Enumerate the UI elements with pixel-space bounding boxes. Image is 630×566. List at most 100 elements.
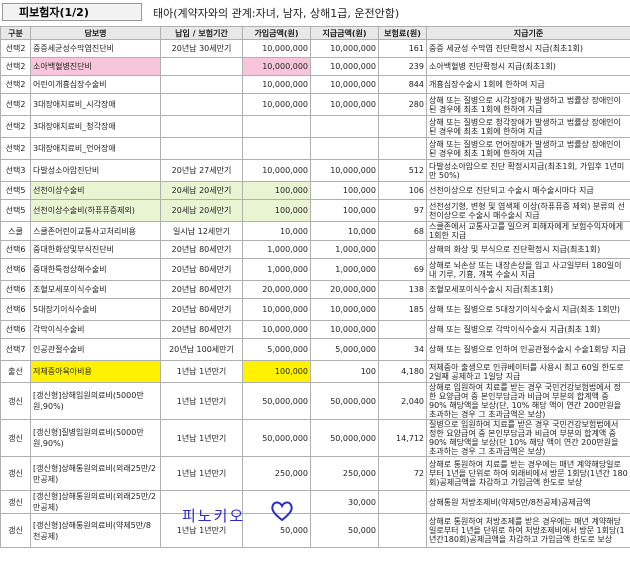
row-pay: 10,000,000 bbox=[310, 298, 379, 321]
heart-icon bbox=[271, 501, 293, 522]
row-premium: 2,040 bbox=[378, 382, 427, 420]
title-bar: 피보험자(1/2) 태아(계약자와의 관계:자녀, 남자, 상해1급, 운전안함… bbox=[0, 0, 630, 24]
row-name: 3대장애치료비_청각장애 bbox=[30, 115, 161, 138]
header-type: 구분 bbox=[0, 26, 31, 40]
row-amount: 100,000 bbox=[242, 199, 311, 222]
row-name: 저체중아육아비용 bbox=[30, 360, 161, 383]
row-premium: 512 bbox=[378, 159, 427, 182]
row-amount bbox=[242, 115, 311, 138]
row-type: 스쿨 bbox=[0, 221, 31, 241]
header-pay: 지급금액(원) bbox=[310, 26, 379, 40]
row-standard: 상해 또는 질병으로 언어장애가 발생하고 법률상 장애인이 된 경우에 최초 … bbox=[426, 137, 630, 160]
row-name: 3대장애치료비_시각장애 bbox=[30, 93, 161, 116]
row-type: 선택2 bbox=[0, 115, 31, 138]
row-name: [갱신형]질병입원의료비(5000만원,90%) bbox=[30, 419, 161, 457]
row-pay: 20,000,000 bbox=[310, 280, 379, 299]
table-row: 선택2 3대장애치료비_언어장애 상해 또는 질병으로 언어장애가 발생하고 법률상… bbox=[0, 137, 630, 160]
row-premium bbox=[378, 320, 427, 339]
table-row: 선택5 선천이상수술비 20세납 20세만기 100,000 100,000 106 선천이… bbox=[0, 181, 630, 200]
row-standard: 선천이상으로 진단되고 수술시 매수술시마다 지급 bbox=[426, 181, 630, 200]
row-type: 갱신 bbox=[0, 382, 31, 420]
row-period: 1년납 1년만기 bbox=[160, 456, 243, 491]
row-name: 조혈모세포이식수술비 bbox=[30, 280, 161, 299]
row-amount: 10,000,000 bbox=[242, 93, 311, 116]
row-premium: 97 bbox=[378, 199, 427, 222]
row-name: 어린이개흉심장수술비 bbox=[30, 75, 161, 94]
row-name: [갱신형]상해통원의료비(외래25만/2만공제) bbox=[30, 456, 161, 491]
handwritten-signature: 피노키오 bbox=[182, 507, 246, 525]
table-row: 선택2 중증세균성수막염진단비 20년납 30세만기 10,000,000 10,000… bbox=[0, 39, 630, 58]
row-standard: 상해로 통원하여 치료를 받는 경우에는 매년 계약해당일로부터 1년을 단위로… bbox=[426, 456, 630, 491]
row-period: 20년납 30세만기 bbox=[160, 39, 243, 58]
row-amount: 5,000,000 bbox=[242, 338, 311, 361]
row-type: 선택5 bbox=[0, 199, 31, 222]
table-row: 선택5 선천이상수술비(하퓨퓨증제외) 20세납 20세만기 100,000 100,0… bbox=[0, 199, 630, 222]
row-type: 선택3 bbox=[0, 159, 31, 182]
row-standard: 상해 또는 질병으로 인하여 인공관절수술시 수술1회당 지급 bbox=[426, 338, 630, 361]
row-type: 선택2 bbox=[0, 39, 31, 58]
row-period: 20년납 27세만기 bbox=[160, 159, 243, 182]
row-name: [갱신형]상해통원의료비(외래25만/2만공제) bbox=[30, 490, 161, 514]
table-header: 구분 담보명 납입 / 보험기간 가입금액(원) 지급금액(원) 보험료(원) … bbox=[0, 26, 630, 40]
row-amount: 10,000,000 bbox=[242, 57, 311, 76]
row-amount: 250,000 bbox=[242, 456, 311, 491]
table-row: 선택2 소아백혈병진단비 10,000,000 10,000,000 239 소아백혈병 … bbox=[0, 57, 630, 76]
row-period: 20년납 80세만기 bbox=[160, 280, 243, 299]
row-type: 선택6 bbox=[0, 240, 31, 259]
row-pay: 30,000 bbox=[310, 490, 379, 514]
table-row: 스쿨 스쿨존어린이교통사고처리비용 일시납 12세만기 10,000 10,000 68 스… bbox=[0, 221, 630, 241]
row-type: 선택7 bbox=[0, 338, 31, 361]
row-standard: 다발성소아암으로 진단 확정시지급(최초1회, 가입후 1년미만 50%) bbox=[426, 159, 630, 182]
row-name: 중대한화상및부식진단비 bbox=[30, 240, 161, 259]
row-name: 선천이상수술비 bbox=[30, 181, 161, 200]
row-period: 20세납 20세만기 bbox=[160, 199, 243, 222]
row-standard: 상해로 뇌손상 또는 내장손상을 입고 사고일부터 180일이내 기루, 기흉,… bbox=[426, 258, 630, 281]
row-type: 선택6 bbox=[0, 320, 31, 339]
table-row: 선택2 3대장애치료비_청각장애 상해 또는 질병으로 청각장애가 발생하고 법률상… bbox=[0, 115, 630, 138]
row-amount bbox=[242, 137, 311, 160]
table-row: 갱신 [갱신형]상해입원의료비(5000만원,90%) 1년납 1년만기 50,000… bbox=[0, 382, 630, 420]
row-period: 1년납 1년만기 bbox=[160, 419, 243, 457]
row-period: 1년납 1년만기 bbox=[160, 382, 243, 420]
row-amount: 1,000,000 bbox=[242, 258, 311, 281]
page-title: 피보험자(1/2) bbox=[2, 3, 142, 21]
row-name: 3대장애치료비_언어장애 bbox=[30, 137, 161, 160]
header-standard: 지급기준 bbox=[426, 26, 630, 40]
row-premium: 69 bbox=[378, 258, 427, 281]
row-premium bbox=[378, 115, 427, 138]
row-pay: 1,000,000 bbox=[310, 258, 379, 281]
table-row: 선택2 어린이개흉심장수술비 10,000,000 10,000,000 844 개흉심장… bbox=[0, 75, 630, 94]
row-name: 소아백혈병진단비 bbox=[30, 57, 161, 76]
row-pay: 5,000,000 bbox=[310, 338, 379, 361]
row-amount: 100,000 bbox=[242, 181, 311, 200]
row-period: 20년납 80세만기 bbox=[160, 320, 243, 339]
row-name: 각막이식수술비 bbox=[30, 320, 161, 339]
row-period bbox=[160, 137, 243, 160]
row-amount: 10,000,000 bbox=[242, 39, 311, 58]
row-premium: 68 bbox=[378, 221, 427, 241]
table-row: 선택3 다발성소아암진단비 20년납 27세만기 10,000,000 10,000,0… bbox=[0, 159, 630, 182]
table-row: 선택6 조혈모세포이식수술비 20년납 80세만기 20,000,000 20,000,… bbox=[0, 280, 630, 299]
row-name: [갱신형]상해입원의료비(5000만원,90%) bbox=[30, 382, 161, 420]
row-type: 갱신 bbox=[0, 513, 31, 548]
row-premium: 34 bbox=[378, 338, 427, 361]
row-standard: 질병으로 입원하여 치료를 받은 경우 국민건강보험법에서 정한 요양급여 중 … bbox=[426, 419, 630, 457]
row-type: 선택2 bbox=[0, 75, 31, 94]
row-amount: 10,000 bbox=[242, 221, 311, 241]
row-pay: 100 bbox=[310, 360, 379, 383]
row-amount: 10,000,000 bbox=[242, 298, 311, 321]
row-standard: 개흉심장수술시 1회에 한하여 지급 bbox=[426, 75, 630, 94]
row-standard: 상해 또는 질병으로 청각장애가 발생하고 법률상 장애인이 된 경우에 최초 … bbox=[426, 115, 630, 138]
row-name: [갱신형]상해통원의료비(약제5만/8천공제) bbox=[30, 513, 161, 548]
row-amount: 10,000,000 bbox=[242, 320, 311, 339]
table-row: 선택6 중대한화상및부식진단비 20년납 80세만기 1,000,000 1,000,0… bbox=[0, 240, 630, 259]
row-pay: 10,000,000 bbox=[310, 75, 379, 94]
row-premium: 4,180 bbox=[378, 360, 427, 383]
row-premium: 280 bbox=[378, 93, 427, 116]
row-premium: 106 bbox=[378, 181, 427, 200]
row-pay bbox=[310, 137, 379, 160]
header-name: 담보명 bbox=[30, 26, 161, 40]
row-amount: 20,000,000 bbox=[242, 280, 311, 299]
row-pay: 10,000,000 bbox=[310, 39, 379, 58]
row-standard: 중증 세균성 수막염 진단확정시 지급(최초1회) bbox=[426, 39, 630, 58]
